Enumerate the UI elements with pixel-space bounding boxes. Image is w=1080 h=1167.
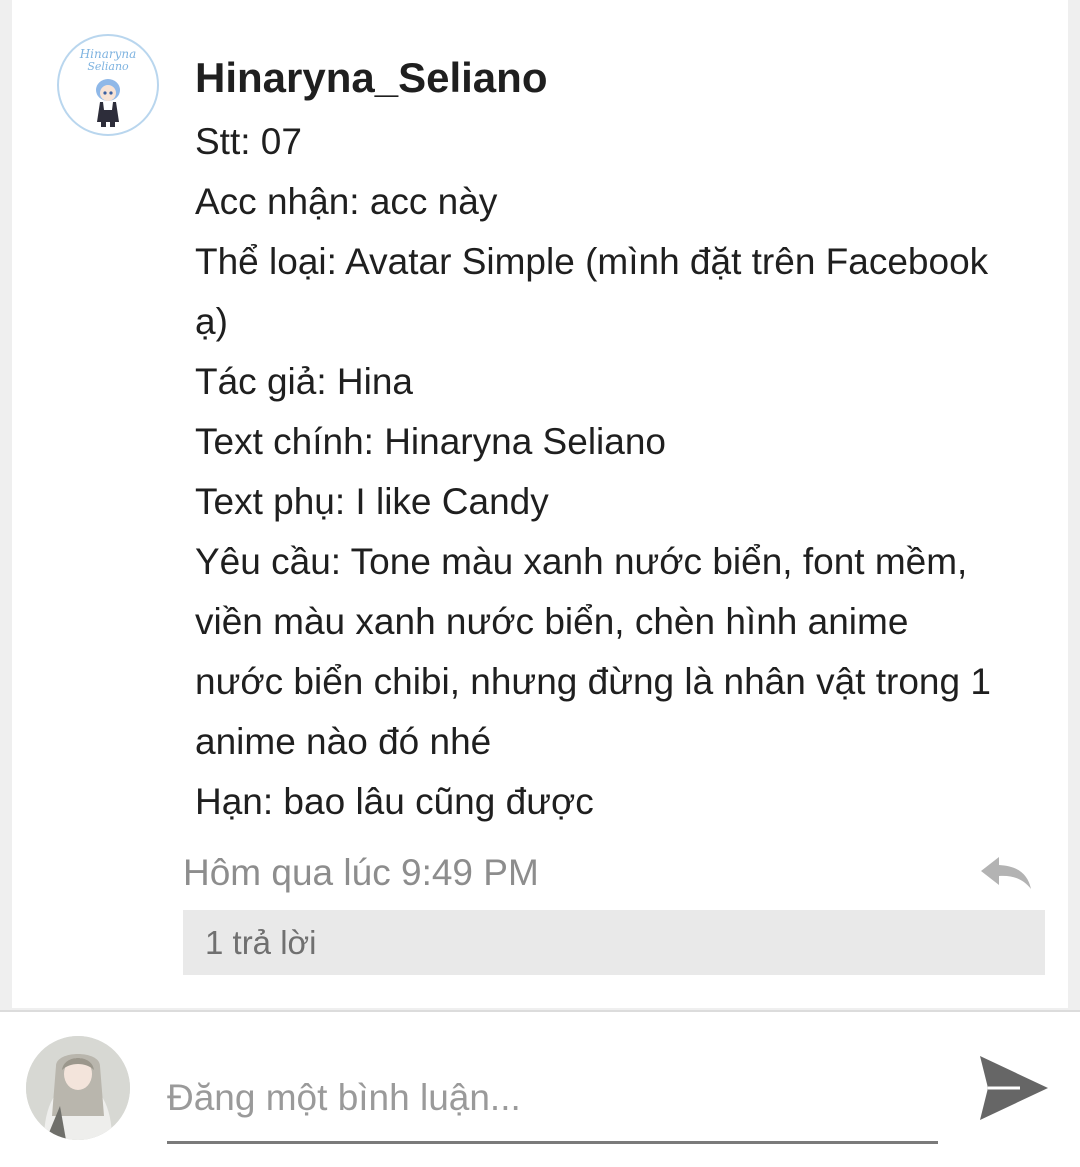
comment-input[interactable]	[167, 1054, 938, 1144]
send-icon[interactable]	[976, 1052, 1052, 1124]
comment-line: Stt: 07	[195, 121, 302, 162]
comment-line: anime nào đó nhé	[195, 721, 492, 762]
replies-toggle[interactable]: 1 trả lời	[183, 910, 1045, 975]
comment-line: Yêu cầu: Tone màu xanh nước biển, font m…	[195, 541, 968, 582]
svg-text:Seliano: Seliano	[87, 60, 129, 73]
comment-meta: Hôm qua lúc 9:49 PM	[183, 848, 1045, 898]
reply-arrow-icon[interactable]	[977, 853, 1035, 893]
comment-line: Thể loại: Avatar Simple (mình đặt trên F…	[195, 241, 989, 282]
comment-line: Hạn: bao lâu cũng được	[195, 781, 594, 822]
user-avatar[interactable]	[26, 1036, 130, 1140]
comment-line: viền màu xanh nước biển, chèn hình anime	[195, 601, 909, 642]
svg-text:Hinaryna: Hinaryna	[79, 47, 137, 61]
replies-count: 1 trả lời	[205, 924, 317, 961]
comment-line: Text chính: Hinaryna Seliano	[195, 421, 666, 462]
comment-composer	[0, 1010, 1080, 1167]
comment-line: Text phụ: I like Candy	[195, 481, 549, 522]
author-name[interactable]: Hinaryna_Seliano	[195, 52, 1065, 104]
timestamp: Hôm qua lúc 9:49 PM	[183, 852, 539, 893]
comment-content: Hinaryna_Seliano Stt: 07 Acc nhận: acc n…	[195, 52, 1065, 832]
comment-line: Tác giả: Hina	[195, 361, 413, 402]
comment-line: Acc nhận: acc này	[195, 181, 498, 222]
comment-line: ạ)	[195, 301, 228, 342]
comment-line: nước biển chibi, nhưng đừng là nhân vật …	[195, 661, 991, 702]
author-avatar[interactable]: Hinaryna Seliano	[57, 34, 159, 136]
